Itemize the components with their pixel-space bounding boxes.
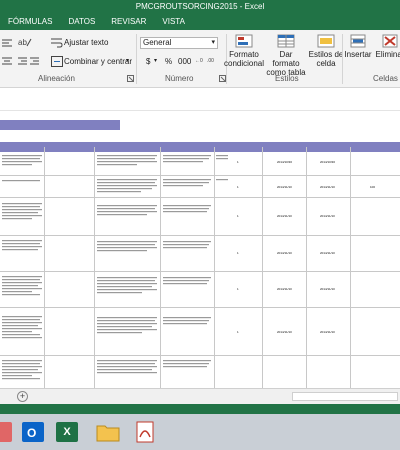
outlook-icon[interactable]: O [22, 422, 44, 442]
worksheet-grid[interactable]: 1 2014/10/30 2014/10/30 1 2014/11/10 201… [0, 111, 400, 388]
tab-review[interactable]: REVISAR [103, 13, 154, 30]
menu-bar: FÓRMULAS DATOS REVISAR VISTA [0, 13, 400, 30]
insert-button[interactable]: Insertar [343, 34, 373, 59]
cells-group-label: Celdas [373, 74, 398, 83]
align-left-icon[interactable] [2, 38, 12, 48]
styles-group-label: Estilos [275, 74, 299, 83]
excel-icon[interactable]: X [56, 422, 78, 442]
comma-style-button[interactable]: 000 [178, 57, 191, 66]
indent-icon[interactable] [18, 56, 40, 66]
cell[interactable]: 2014/11/10 [320, 251, 335, 255]
app-icon[interactable] [0, 422, 12, 442]
sheet-tab-bar: + [0, 388, 400, 404]
cell[interactable]: 1 [237, 214, 239, 218]
cell-styles-icon [317, 34, 335, 48]
taskbar: O X [0, 414, 400, 450]
decimal-buttons-icon[interactable]: ←0 .00 [195, 56, 219, 67]
tab-data[interactable]: DATOS [60, 13, 103, 30]
window-title: PMCGROUTSORCING2015 - Excel [0, 0, 400, 13]
dialog-launcher-icon[interactable] [127, 75, 134, 82]
cell[interactable]: 2014/10/30 [320, 160, 335, 164]
wrap-text-button[interactable]: Ajustar texto [64, 38, 108, 47]
pdf-reader-icon[interactable] [136, 421, 154, 443]
tab-view[interactable]: VISTA [154, 13, 193, 30]
insert-cells-icon [350, 34, 366, 48]
cell[interactable]: 1 [237, 185, 239, 189]
currency-button[interactable]: $ [146, 57, 150, 66]
svg-text:ab: ab [18, 38, 27, 47]
formula-area [0, 89, 400, 111]
section-header-band [0, 120, 120, 130]
svg-text:←0: ←0 [195, 58, 203, 64]
cell[interactable]: 2014/11/10 [277, 251, 292, 255]
cell[interactable]: 1 [237, 287, 239, 291]
status-bar [0, 404, 400, 414]
number-format-dropdown[interactable]: General ▾ [140, 37, 218, 49]
conditional-format-button[interactable]: Formato condicional [224, 34, 264, 68]
merge-center-icon [51, 56, 63, 67]
format-as-table-button[interactable]: Dar formato como tabla [266, 34, 306, 77]
orientation-icon[interactable]: ab [18, 37, 32, 47]
ribbon: ab Ajustar texto Combinar y centrar ▾ Al… [0, 30, 400, 88]
cell[interactable]: 2014/11/10 [320, 287, 335, 291]
align-center-icon[interactable] [2, 56, 12, 66]
cell[interactable]: 2014/11/10 [277, 287, 292, 291]
percent-button[interactable]: % [165, 57, 172, 66]
delete-cells-icon [382, 34, 398, 48]
cell-styles-button[interactable]: Estilos de celda [308, 34, 344, 68]
cell[interactable]: 1 [237, 160, 239, 164]
cell[interactable]: 2014/10/30 [277, 160, 292, 164]
cell[interactable]: 2014/11/10 [277, 185, 292, 189]
number-group-label: Número [165, 74, 194, 83]
cell[interactable]: 1 [237, 251, 239, 255]
conditional-format-icon [235, 34, 253, 48]
merge-center-button[interactable]: Combinar y centrar [64, 57, 132, 66]
svg-text:.00: .00 [207, 58, 214, 64]
merge-dropdown-caret[interactable]: ▾ [126, 57, 129, 64]
currency-caret[interactable]: ▾ [154, 57, 157, 64]
file-explorer-icon[interactable] [96, 422, 120, 442]
cell[interactable]: 2014/11/10 [277, 214, 292, 218]
cell[interactable]: 2014/11/10 [320, 214, 335, 218]
cell[interactable]: 1 [237, 330, 239, 334]
number-launcher-icon[interactable] [219, 75, 226, 82]
illegible-text-blocks [2, 155, 228, 380]
svg-text:O: O [27, 426, 36, 440]
delete-button[interactable]: Eliminar [373, 34, 400, 59]
cell[interactable]: 2014/11/10 [320, 330, 335, 334]
table-icon [277, 34, 295, 48]
alignment-group-label: Alineación [38, 74, 75, 83]
add-sheet-button[interactable]: + [17, 391, 28, 402]
cell[interactable]: 2014/11/10 [320, 185, 335, 189]
horizontal-scrollbar[interactable] [292, 392, 398, 401]
cell[interactable]: 100 [370, 185, 375, 189]
cell[interactable]: 2014/11/10 [277, 330, 292, 334]
tab-formulas[interactable]: FÓRMULAS [0, 13, 60, 30]
wrap-text-icon [51, 38, 63, 48]
